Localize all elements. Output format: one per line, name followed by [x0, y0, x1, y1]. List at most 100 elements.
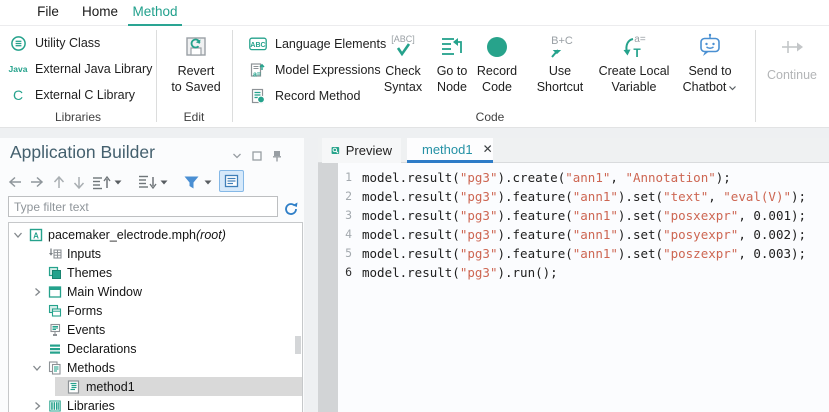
- code-string-segment: "pg3": [460, 265, 498, 280]
- expand-all-dropdown-icon[interactable]: [160, 170, 168, 194]
- code-string-segment: "pg3": [460, 227, 498, 242]
- chevron-down-icon[interactable]: [32, 363, 42, 373]
- inputs-icon: [48, 247, 62, 261]
- ribbon-separator: [156, 30, 157, 122]
- check-syntax-button[interactable]: [ABC] Check Syntax: [380, 32, 426, 106]
- language-elements-icon: ABC: [248, 37, 268, 51]
- editor-tab-bar: Preview method1 ✕: [318, 138, 829, 163]
- code-segment: ).set(: [618, 227, 663, 242]
- create-local-variable-button[interactable]: a=T Create Local Variable: [596, 32, 672, 106]
- create-local-variable-icon: a=T: [618, 32, 650, 62]
- tree-item-main-window[interactable]: Main Window: [9, 282, 302, 301]
- revert-to-saved-button[interactable]: Revert to Saved: [160, 32, 232, 106]
- code-segment: model.result(: [362, 227, 460, 242]
- send-to-chatbot-button[interactable]: Send to Chatbot: [670, 32, 750, 106]
- tab-method1[interactable]: method1 ✕: [407, 138, 493, 163]
- code-string-segment: "ann1": [573, 189, 618, 204]
- tree-item-declarations[interactable]: Declarations: [9, 339, 302, 358]
- code-segment: ).run();: [497, 265, 557, 280]
- use-shortcut-label2: Shortcut: [537, 80, 584, 94]
- filter-button[interactable]: [183, 170, 200, 194]
- record-method-button[interactable]: Record Method: [248, 87, 360, 105]
- move-down-button[interactable]: [73, 170, 85, 194]
- record-code-label2: Code: [482, 80, 512, 94]
- expand-all-button[interactable]: [138, 170, 157, 194]
- menu-tab-home[interactable]: Home: [72, 0, 128, 26]
- code-segment: ).feature(: [497, 189, 572, 204]
- tab-close-icon[interactable]: ✕: [483, 142, 493, 156]
- code-line-5[interactable]: model.result("pg3").feature("ann1").set(…: [362, 244, 806, 263]
- panel-list-icon: [224, 174, 239, 188]
- code-segment: ).feature(: [497, 246, 572, 261]
- code-segment: );: [716, 170, 731, 185]
- code-string-segment: "ann1": [573, 227, 618, 242]
- tree-item-label: Libraries: [67, 399, 115, 412]
- collapse-all-button[interactable]: [92, 170, 111, 194]
- create-local-variable-label1: Create Local: [599, 64, 670, 78]
- move-up-button[interactable]: [53, 170, 65, 194]
- create-local-variable-label2: Variable: [612, 80, 657, 94]
- tree-item-events[interactable]: Events: [9, 320, 302, 339]
- check-syntax-icon: [ABC]: [386, 32, 420, 62]
- menu-tab-method[interactable]: Method: [128, 0, 182, 26]
- libraries-icon: [48, 399, 62, 412]
- panel-float-icon[interactable]: [250, 150, 264, 162]
- model-expressions-icon: a=: [248, 62, 268, 78]
- code-line-6[interactable]: model.result("pg3").run();: [362, 263, 558, 282]
- check-syntax-label1: Check: [385, 64, 420, 78]
- use-shortcut-button[interactable]: B+C Use Shortcut: [532, 32, 588, 106]
- code-segment: model.result(: [362, 265, 460, 280]
- code-segment: model.result(: [362, 189, 460, 204]
- tree-item-themes[interactable]: Themes: [9, 263, 302, 282]
- tree-item-libraries[interactable]: Libraries: [9, 396, 302, 412]
- tree-item-method1[interactable]: method1: [9, 377, 302, 396]
- filter-text-input[interactable]: [8, 196, 278, 217]
- application-builder-panel: Application Builder: [0, 138, 304, 412]
- code-line-3[interactable]: model.result("pg3").feature("ann1").set(…: [362, 206, 806, 225]
- language-elements-button[interactable]: ABC Language Elements: [248, 35, 386, 53]
- menu-tab-file[interactable]: File: [24, 0, 72, 26]
- go-to-node-button[interactable]: Go to Node: [430, 32, 474, 106]
- tree-item-forms[interactable]: Forms: [9, 301, 302, 320]
- tree-item-inputs[interactable]: Inputs: [9, 244, 302, 263]
- tree-item-methods[interactable]: Methods: [9, 358, 302, 377]
- utility-class-button[interactable]: Utility Class: [8, 34, 100, 52]
- code-line-1[interactable]: model.result("pg3").create("ann1", "Anno…: [362, 168, 731, 187]
- code-string-segment: "ann1": [565, 170, 610, 185]
- show-all-toggle-button[interactable]: [219, 170, 244, 192]
- code-segment: model.result(: [362, 208, 460, 223]
- code-line-4[interactable]: model.result("pg3").feature("ann1").set(…: [362, 225, 806, 244]
- code-string-segment: "poszexpr": [663, 246, 738, 261]
- filter-dropdown-icon[interactable]: [204, 170, 212, 194]
- svg-text:A: A: [33, 231, 39, 240]
- chevron-right-icon[interactable]: [32, 287, 42, 297]
- chevron-right-icon[interactable]: [32, 401, 42, 411]
- continue-button[interactable]: Continue: [762, 32, 822, 106]
- tab-preview-label: Preview: [346, 143, 392, 158]
- code-string-segment: "ann1": [573, 246, 618, 261]
- code-segment: model.result(: [362, 246, 460, 261]
- svg-text:B+C: B+C: [551, 35, 573, 47]
- collapse-all-dropdown-icon[interactable]: [114, 170, 122, 194]
- tree-item-pacemaker-electrode-mph[interactable]: Apacemaker_electrode.mph (root): [9, 225, 302, 244]
- methods-icon: [48, 361, 62, 375]
- nav-back-button[interactable]: [8, 170, 23, 194]
- panel-pin-icon[interactable]: [270, 150, 284, 162]
- code-line-2[interactable]: model.result("pg3").feature("ann1").set(…: [362, 187, 806, 206]
- tree-item-label: method1: [86, 380, 135, 394]
- record-code-button[interactable]: Record Code: [472, 32, 522, 106]
- breakpoint-margin[interactable]: [318, 163, 338, 412]
- tree-item-label: Inputs: [67, 247, 101, 261]
- forms-icon: [48, 304, 62, 318]
- nav-forward-button[interactable]: [29, 170, 44, 194]
- external-c-library-button[interactable]: C External C Library: [8, 86, 135, 104]
- java-icon: Java: [8, 64, 28, 74]
- code-editor[interactable]: 1model.result("pg3").create("ann1", "Ann…: [318, 163, 829, 412]
- model-expressions-button[interactable]: a= Model Expressions: [248, 61, 381, 79]
- tab-preview[interactable]: Preview: [322, 138, 401, 163]
- external-java-library-button[interactable]: Java External Java Library: [8, 60, 152, 78]
- chevron-down-icon[interactable]: [13, 230, 23, 240]
- refresh-icon[interactable]: [283, 197, 299, 221]
- panel-collapse-icon[interactable]: [230, 150, 244, 162]
- tree-item-label: Themes: [67, 266, 112, 280]
